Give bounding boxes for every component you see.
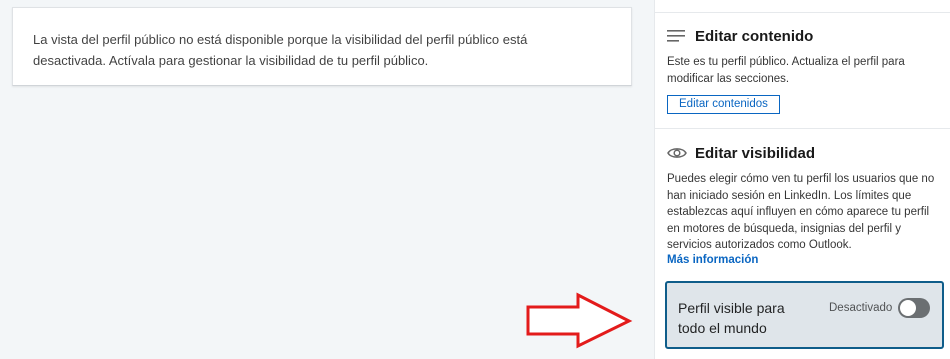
lines-icon [667, 27, 689, 45]
public-visibility-label: Perfil visible para todo el mundo [678, 300, 785, 336]
toggle-knob [900, 300, 916, 316]
public-profile-notice-card: La vista del perfil público no está disp… [12, 7, 632, 86]
edit-content-description: Este es tu perfil público. Actualiza el … [667, 56, 905, 85]
edit-visibility-title: Editar visibilidad [695, 144, 816, 162]
edit-content-title: Editar contenido [695, 27, 814, 45]
edit-visibility-heading: Editar visibilidad [667, 144, 815, 162]
sidebar-top-divider [655, 12, 950, 13]
edit-content-heading: Editar contenido [667, 27, 813, 45]
toggle-state-text: Desactivado [829, 302, 893, 314]
profile-unavailable-message: La vista del perfil público no está disp… [33, 32, 528, 68]
more-info-link[interactable]: Más información [667, 254, 758, 266]
edit-visibility-description: Puedes elegir cómo ven tu perfil los usu… [667, 173, 935, 251]
eye-icon [667, 144, 689, 162]
public-visibility-toggle[interactable] [898, 298, 930, 318]
edit-contents-button[interactable]: Editar contenidos [667, 95, 780, 114]
sidebar-section-divider [655, 128, 950, 129]
profile-settings-sidebar: Editar contenido Este es tu perfil públi… [654, 0, 950, 359]
public-visibility-panel: Perfil visible para todo el mundo Desact… [665, 281, 944, 349]
annotation-arrow-icon [526, 292, 633, 349]
